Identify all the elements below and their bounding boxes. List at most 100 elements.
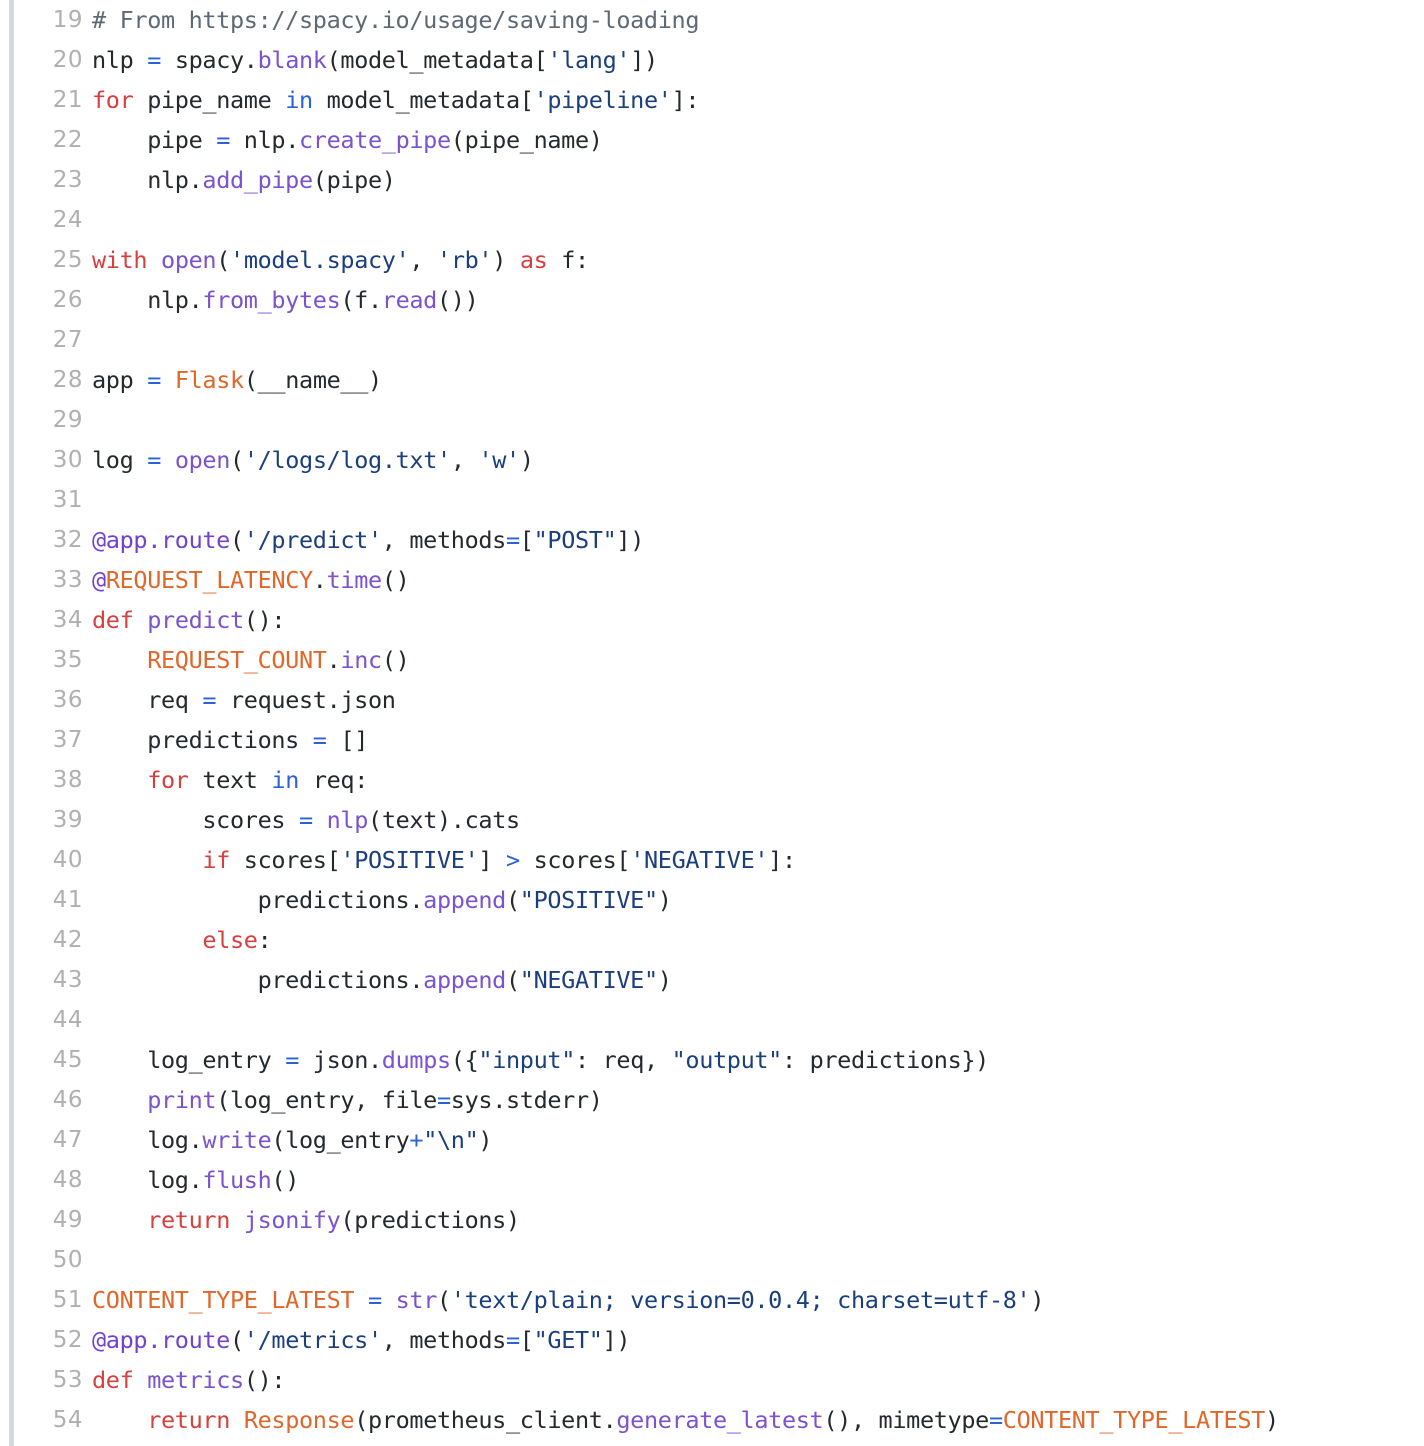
code-token: ( [229,526,244,554]
line-number: 45 [52,1047,83,1073]
line-content[interactable]: def metrics(): [92,1360,1424,1400]
code-line[interactable]: 38 for text in req: [0,760,1424,800]
code-token: write [202,1126,272,1154]
line-content[interactable]: nlp = spacy.blank(model_metadata['lang']… [92,40,1424,80]
code-line[interactable]: 53 def metrics(): [0,1360,1424,1400]
code-token: = [367,1286,382,1314]
code-line[interactable]: 39 scores = nlp(text).cats [0,800,1424,840]
line-content[interactable]: @REQUEST_LATENCY.time() [92,560,1424,600]
code-line[interactable]: 44 [0,1000,1424,1040]
code-token: ( [230,446,244,474]
line-content[interactable]: predictions.append("NEGATIVE") [92,960,1424,1000]
code-token: (pipe) [312,166,396,194]
line-content[interactable]: REQUEST_COUNT.inc() [92,640,1424,680]
code-line[interactable]: 42 else: [0,920,1424,960]
code-line[interactable]: 24 [0,200,1424,240]
code-line[interactable]: 27 [0,320,1424,360]
code-token: = [216,126,230,154]
line-content[interactable]: def predict(): [92,600,1424,640]
line-number: 22 [52,127,83,153]
code-line[interactable]: 26 nlp.from_bytes(f.read()) [0,280,1424,320]
code-token: jsonify [243,1206,341,1234]
code-line[interactable]: 37 predictions = [] [0,720,1424,760]
code-token: = [285,1046,299,1074]
line-content[interactable]: log_entry = json.dumps({"input": req, "o… [92,1040,1424,1080]
code-line[interactable]: 22 pipe = nlp.create_pipe(pipe_name) [0,120,1424,160]
code-line[interactable]: 25 with open('model.spacy', 'rb') as f: [0,240,1424,280]
code-line[interactable]: 50 [0,1240,1424,1280]
line-content[interactable]: nlp.add_pipe(pipe) [92,160,1424,200]
line-number: 29 [52,407,83,433]
code-token: inc [340,646,382,674]
line-content[interactable]: @app.route('/metrics', methods=["GET"]) [92,1320,1424,1360]
line-content[interactable]: log.write(log_entry+"\n") [92,1120,1424,1160]
code-line[interactable]: 36 req = request.json [0,680,1424,720]
line-content[interactable]: predictions.append("POSITIVE") [92,880,1424,920]
code-line[interactable]: 41 predictions.append("POSITIVE") [0,880,1424,920]
line-content[interactable]: for text in req: [92,760,1424,800]
code-viewer[interactable]: 19 # From https://spacy.io/usage/saving-l… [0,0,1424,1446]
line-content[interactable]: return jsonify(predictions) [92,1200,1424,1240]
code-line[interactable]: 28 app = Flask(__name__) [0,360,1424,400]
code-token: = [988,1406,1003,1434]
code-line[interactable]: 32 @app.route('/predict', methods=["POST"… [0,520,1424,560]
code-line[interactable]: 45 log_entry = json.dumps({"input": req,… [0,1040,1424,1080]
code-line[interactable]: 31 [0,480,1424,520]
line-number: 24 [52,207,83,233]
code-line[interactable]: 33 @REQUEST_LATENCY.time() [0,560,1424,600]
code-line[interactable]: 47 log.write(log_entry+"\n") [0,1120,1424,1160]
code-token: ) [519,446,534,474]
code-line[interactable]: 23 nlp.add_pipe(pipe) [0,160,1424,200]
code-token: ) [1030,1286,1045,1314]
line-content[interactable]: nlp.from_bytes(f.read()) [92,280,1424,320]
code-line[interactable]: 30 log = open('/logs/log.txt', 'w') [0,440,1424,480]
code-token: (), mimetype [823,1406,989,1434]
code-token: flush [202,1166,272,1194]
code-line[interactable]: 51 CONTENT_TYPE_LATEST = str('text/plain;… [0,1280,1424,1320]
code-line[interactable]: 49 return jsonify(predictions) [0,1200,1424,1240]
code-line[interactable]: 52 @app.route('/metrics', methods=["GET"]… [0,1320,1424,1360]
code-line[interactable]: 48 log.flush() [0,1160,1424,1200]
code-line[interactable]: 40 if scores['POSITIVE'] > scores['NEGAT… [0,840,1424,880]
line-content[interactable]: pipe = nlp.create_pipe(pipe_name) [92,120,1424,160]
line-content[interactable]: # From https://spacy.io/usage/saving-loa… [92,0,1424,40]
code-line[interactable]: 35 REQUEST_COUNT.inc() [0,640,1424,680]
code-line[interactable]: 20 nlp = spacy.blank(model_metadata['lang… [0,40,1424,80]
line-content[interactable]: req = request.json [92,680,1424,720]
line-content[interactable]: with open('model.spacy', 'rb') as f: [92,240,1424,280]
code-line[interactable]: 54 return Response(prometheus_client.gen… [0,1400,1424,1440]
code-token: ]: [768,846,796,874]
line-number: 19 [52,7,83,33]
code-token: predictions. [92,886,424,914]
line-content[interactable]: predictions = [] [92,720,1424,760]
code-line[interactable]: 29 [0,400,1424,440]
line-content[interactable]: CONTENT_TYPE_LATEST = str('text/plain; v… [92,1280,1424,1320]
code-token: (): [243,606,286,634]
line-number: 26 [52,287,83,313]
line-content[interactable]: @app.route('/predict', methods=["POST"]) [92,520,1424,560]
code-token: REQUEST_LATENCY [105,566,313,594]
code-token: = [147,446,162,474]
line-content[interactable]: log = open('/logs/log.txt', 'w') [92,440,1424,480]
line-content[interactable]: return Response(prometheus_client.genera… [92,1400,1424,1440]
code-line[interactable]: 21 for pipe_name in model_metadata['pipel… [0,80,1424,120]
code-token: 'NEGATIVE' [630,846,769,874]
code-line[interactable]: 43 predictions.append("NEGATIVE") [0,960,1424,1000]
line-content[interactable]: else: [92,920,1424,960]
line-content[interactable]: log.flush() [92,1160,1424,1200]
code-token: = [147,46,162,74]
code-token: : predictions}) [781,1046,989,1074]
code-token: = [202,686,217,714]
line-content[interactable]: for pipe_name in model_metadata['pipelin… [92,80,1424,120]
code-line[interactable]: 34 def predict(): [0,600,1424,640]
code-line[interactable]: 46 print(log_entry, file=sys.stderr) [0,1080,1424,1120]
code-token: CONTENT_TYPE_LATEST [92,1286,355,1314]
code-line[interactable]: 19 # From https://spacy.io/usage/saving-l… [0,0,1424,40]
line-content[interactable]: print(log_entry, file=sys.stderr) [92,1080,1424,1120]
code-token: time [326,566,383,594]
line-content[interactable]: app = Flask(__name__) [92,360,1424,400]
line-content[interactable]: if scores['POSITIVE'] > scores['NEGATIVE… [92,840,1424,880]
code-token: ]) [630,46,658,74]
line-content[interactable]: scores = nlp(text).cats [92,800,1424,840]
code-token: append [423,966,506,994]
